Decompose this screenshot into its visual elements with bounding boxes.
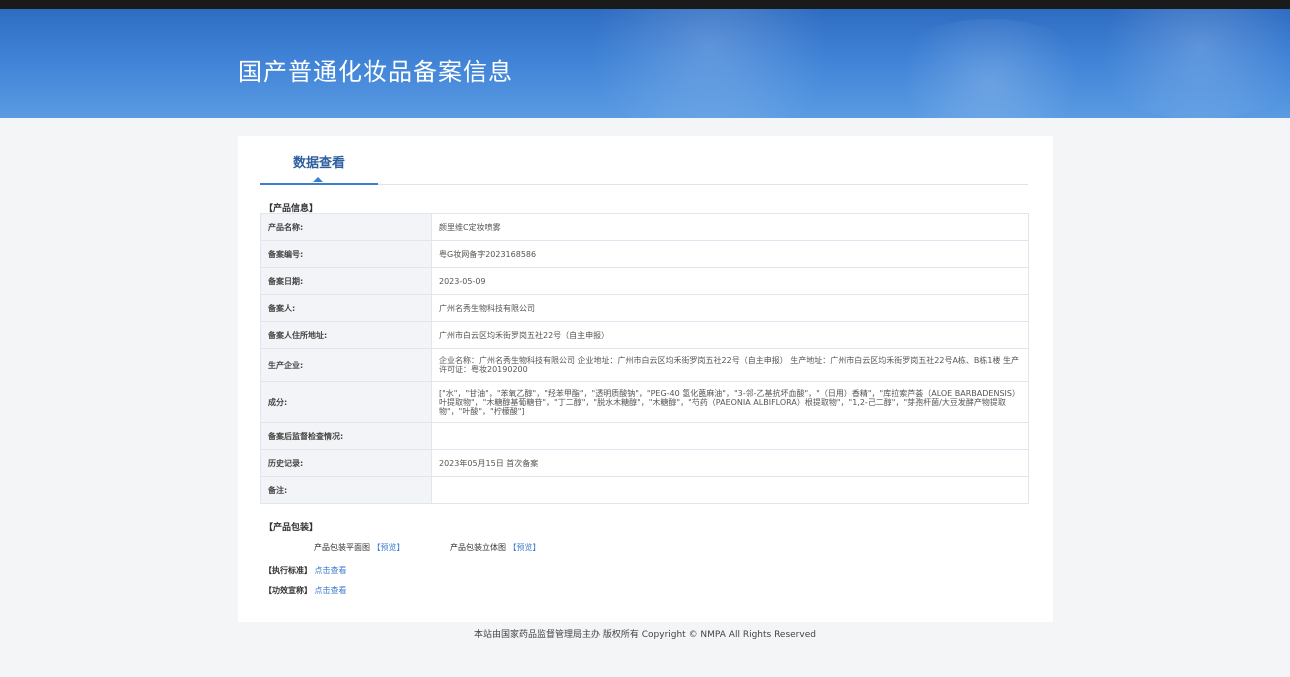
table-row: 成分: ["水"，"甘油"，"苯氧乙醇"，"羟苯甲酯"，"透明质酸钠"，"PEG…	[260, 381, 1029, 423]
row-value-inspection	[431, 422, 1029, 450]
row-key-manufacturer: 生产企业:	[260, 348, 432, 382]
row-value-history: 2023年05月15日 首次备案	[431, 449, 1029, 477]
banner-glow	[560, 9, 860, 118]
row-key-filing-date: 备案日期:	[260, 267, 432, 295]
table-row: 备注:	[260, 476, 1029, 504]
efficacy-row: 【功效宣称】 点击查看	[264, 585, 347, 596]
content-card: 数据查看 【产品信息】 产品名称: 颜里维C定妆喷雾 备案编号: 粤G妆网备字2…	[238, 136, 1053, 622]
tab-bar: 数据查看	[260, 136, 1028, 185]
row-key-filer: 备案人:	[260, 294, 432, 322]
row-value-filing-date: 2023-05-09	[431, 267, 1029, 295]
table-row: 备案人: 广州名秀生物科技有限公司	[260, 294, 1029, 322]
row-value-remarks	[431, 476, 1029, 504]
standard-view-link[interactable]: 点击查看	[315, 566, 347, 575]
table-row: 备案后监督检查情况:	[260, 422, 1029, 450]
row-key-ingredients: 成分:	[260, 381, 432, 423]
table-row: 产品名称: 颜里维C定妆喷雾	[260, 213, 1029, 241]
page-footer: 本站由国家药品监督管理局主办 版权所有 Copyright © NMPA All…	[474, 630, 816, 640]
packaging-section-label: 【产品包装】	[264, 523, 319, 533]
efficacy-label: 【功效宣称】	[264, 586, 312, 595]
table-row: 备案人住所地址: 广州市白云区均禾街罗岗五社22号（自主申报）	[260, 321, 1029, 349]
standard-row: 【执行标准】 点击查看	[264, 565, 347, 576]
tab-active-caret-icon	[313, 177, 323, 182]
table-row: 生产企业: 企业名称：广州名秀生物科技有限公司 企业地址：广州市白云区均禾街罗岗…	[260, 348, 1029, 382]
packaging-flat-label: 产品包装平面图	[314, 543, 370, 552]
packaging-flat-item: 产品包装平面图 【预览】	[314, 542, 405, 553]
page-banner: 国产普通化妆品备案信息	[0, 9, 1290, 118]
row-key-history: 历史记录:	[260, 449, 432, 477]
row-value-manufacturer: 企业名称：广州名秀生物科技有限公司 企业地址：广州市白云区均禾街罗岗五社22号（…	[431, 348, 1029, 382]
product-info-table: 产品名称: 颜里维C定妆喷雾 备案编号: 粤G妆网备字2023168586 备案…	[260, 213, 1029, 504]
page-title: 国产普通化妆品备案信息	[238, 58, 513, 86]
packaging-stereo-label: 产品包装立体图	[450, 543, 506, 552]
row-key-remarks: 备注:	[260, 476, 432, 504]
row-key-product-name: 产品名称:	[260, 213, 432, 241]
packaging-flat-preview-link[interactable]: 【预览】	[373, 543, 405, 552]
row-key-filing-number: 备案编号:	[260, 240, 432, 268]
row-key-inspection: 备案后监督检查情况:	[260, 422, 432, 450]
efficacy-view-link[interactable]: 点击查看	[315, 586, 347, 595]
row-value-filing-number: 粤G妆网备字2023168586	[431, 240, 1029, 268]
banner-glow	[880, 19, 1100, 118]
top-black-bar	[0, 0, 1290, 9]
banner-glow	[1080, 9, 1290, 118]
row-value-filer: 广州名秀生物科技有限公司	[431, 294, 1029, 322]
row-value-product-name: 颜里维C定妆喷雾	[431, 213, 1029, 241]
table-row: 备案日期: 2023-05-09	[260, 267, 1029, 295]
packaging-stereo-preview-link[interactable]: 【预览】	[509, 543, 541, 552]
row-value-filer-address: 广州市白云区均禾街罗岗五社22号（自主申报）	[431, 321, 1029, 349]
standard-label: 【执行标准】	[264, 566, 312, 575]
row-value-ingredients: ["水"，"甘油"，"苯氧乙醇"，"羟苯甲酯"，"透明质酸钠"，"PEG-40 …	[431, 381, 1029, 423]
row-key-filer-address: 备案人住所地址:	[260, 321, 432, 349]
table-row: 备案编号: 粤G妆网备字2023168586	[260, 240, 1029, 268]
table-row: 历史记录: 2023年05月15日 首次备案	[260, 449, 1029, 477]
packaging-stereo-item: 产品包装立体图 【预览】	[450, 542, 541, 553]
